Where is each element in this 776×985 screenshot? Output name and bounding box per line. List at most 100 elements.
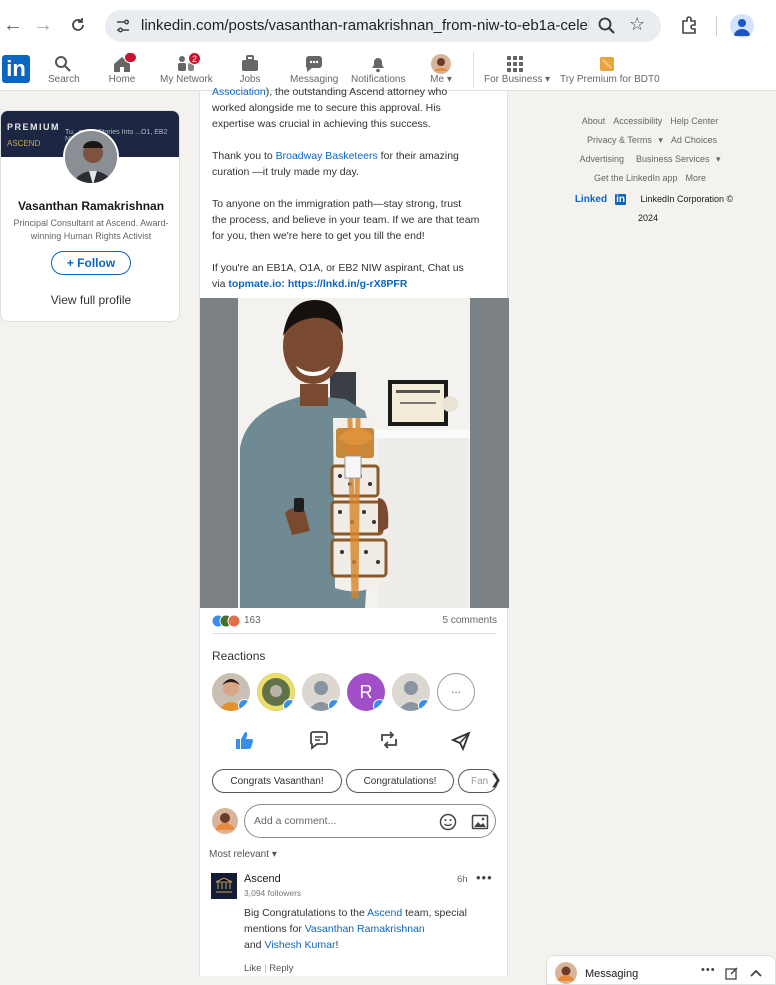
comment-like-button[interactable]: Like <box>244 963 261 974</box>
forward-icon[interactable]: → <box>30 12 56 38</box>
like-button[interactable] <box>233 729 255 751</box>
nav-my-network[interactable]: 2 My Network <box>160 52 213 85</box>
linkedin-logo[interactable]: in <box>2 55 30 83</box>
wordmark-in: in <box>615 194 626 205</box>
divider <box>212 633 497 634</box>
like-badge-icon <box>328 699 340 711</box>
nav-try-premium[interactable]: Try Premium for BDT0 <box>560 54 660 85</box>
post-image[interactable] <box>200 298 509 608</box>
reaction-icons[interactable] <box>212 614 244 628</box>
comment-reply-button[interactable]: Reply <box>269 963 293 974</box>
address-bar[interactable]: linkedin.com/posts/vasanthan-ramakrishna… <box>105 10 661 42</box>
caret-down-icon: ▾ <box>271 849 277 860</box>
comment-text: ! <box>335 939 339 951</box>
reactor-avatar[interactable] <box>302 673 340 711</box>
like-badge-icon <box>418 699 430 711</box>
reactor-avatar[interactable] <box>392 673 430 711</box>
post-stats: 163 5 comments <box>212 613 497 633</box>
comment-text-line: and Vishesh Kumar! <box>244 937 494 953</box>
send-button[interactable] <box>450 729 472 751</box>
comment-count[interactable]: 5 comments <box>443 615 497 626</box>
comment-time: 6h <box>457 874 468 885</box>
nav-messaging[interactable]: Messaging <box>290 54 338 85</box>
nav-search[interactable]: Search <box>48 54 80 85</box>
view-full-profile-link[interactable]: View full profile <box>1 293 179 307</box>
footer-copyright: Linked in LinkedIn Corporation © 2024 <box>560 190 740 228</box>
reactions-heading: Reactions <box>212 649 266 663</box>
footer-row: Privacy & Terms ▾ Ad Choices <box>560 131 740 150</box>
ascend-mention[interactable]: Ascend <box>367 907 402 919</box>
footer-link[interactable]: About <box>582 116 606 126</box>
chevron-right-icon[interactable]: ❯ <box>490 771 502 788</box>
image-icon[interactable] <box>471 813 489 831</box>
compose-icon[interactable] <box>725 966 739 980</box>
follow-button[interactable]: + Follow <box>51 251 131 275</box>
like-badge-icon <box>283 699 295 711</box>
comment-input[interactable]: Add a comment... <box>244 804 496 838</box>
reactor-avatar[interactable] <box>212 673 250 711</box>
footer-link[interactable]: Privacy & Terms ▾ <box>583 135 663 145</box>
profile-icon[interactable] <box>730 14 754 38</box>
comment-button[interactable] <box>308 729 330 751</box>
post-text-line: worked alongside me to secure this appro… <box>212 102 441 114</box>
grid-icon <box>507 56 523 72</box>
nav-notifications[interactable]: Notifications <box>351 54 405 85</box>
site-info-icon[interactable] <box>113 16 133 36</box>
url-text: linkedin.com/posts/vasanthan-ramakrishna… <box>141 17 589 34</box>
reaction-count[interactable]: 163 <box>244 615 261 626</box>
repost-button[interactable] <box>378 729 400 751</box>
more-reactions-button[interactable]: ... <box>437 673 475 711</box>
vasanthan-mention[interactable]: Vasanthan Ramakrishnan <box>305 923 425 935</box>
vishesh-mention[interactable]: Vishesh Kumar <box>264 939 335 951</box>
footer-link[interactable]: Business Services ▾ <box>632 154 721 164</box>
sort-dropdown[interactable]: Most relevant ▾ <box>209 849 277 860</box>
nav-label: Home <box>108 74 136 85</box>
reactor-avatar[interactable]: R <box>347 673 385 711</box>
like-badge-icon <box>373 699 385 711</box>
footer-row: Get the LinkedIn app More <box>560 169 740 188</box>
messaging-options-icon[interactable]: ••• <box>701 964 716 976</box>
comment-actions: Like | Reply <box>244 963 293 974</box>
association-link[interactable]: Association <box>212 86 266 98</box>
reactor-avatar[interactable] <box>257 673 295 711</box>
zoom-icon[interactable] <box>597 16 617 36</box>
footer-link[interactable]: Accessibility <box>613 116 662 126</box>
topmate-link[interactable]: topmate.io: https://lnkd.in/g-rX8PFR <box>228 278 407 290</box>
profile-avatar[interactable] <box>63 129 119 185</box>
footer-link[interactable]: Ad Choices <box>671 135 717 145</box>
post-text: Thank you to <box>212 150 276 162</box>
bell-icon <box>372 58 384 73</box>
comment-placeholder: Add a comment... <box>254 815 337 827</box>
emoji-icon[interactable] <box>439 813 457 831</box>
bookmark-star-icon[interactable]: ☆ <box>629 14 645 35</box>
post-text-line: To anyone on the immigration path—stay s… <box>212 198 462 210</box>
messaging-bar[interactable]: Messaging ••• <box>546 955 776 985</box>
post-text-line: for you, then we're here to get you till… <box>212 230 425 242</box>
comment-author[interactable]: Ascend <box>244 873 281 885</box>
comment-options-icon[interactable]: ••• <box>476 870 493 885</box>
nav-for-business[interactable]: For Business ▾ <box>484 54 550 85</box>
comment-author-logo[interactable] <box>211 873 237 899</box>
reload-icon[interactable] <box>65 12 91 38</box>
banner-logo: ASCEND <box>7 139 41 148</box>
nav-home[interactable]: Home <box>108 52 137 85</box>
post-text-line: Thank you to Broadway Basketeers for the… <box>212 148 502 164</box>
profile-name[interactable]: Vasanthan Ramakrishnan <box>1 199 179 213</box>
footer-link[interactable]: Advertising <box>579 154 624 164</box>
reactor-initial: R <box>359 682 373 702</box>
caret-down-icon: ▾ <box>545 74 551 85</box>
comment-text-line: Big Congratulations to the Ascend team, … <box>244 905 494 921</box>
nav-jobs[interactable]: Jobs <box>238 54 262 85</box>
extensions-icon[interactable] <box>679 15 699 35</box>
suggestion-chip[interactable]: Congrats Vasanthan! <box>212 769 342 793</box>
footer-link[interactable]: More <box>686 173 707 183</box>
footer-link[interactable]: Get the LinkedIn app <box>594 173 678 183</box>
footer-link[interactable]: Help Center <box>670 116 718 126</box>
nav-divider <box>473 52 474 88</box>
chevron-up-icon[interactable] <box>749 966 763 980</box>
like-badge-icon <box>238 699 250 711</box>
suggestion-chip[interactable]: Congratulations! <box>346 769 454 793</box>
back-icon[interactable]: ← <box>0 12 26 38</box>
nav-me[interactable]: Me ▾ <box>428 54 454 85</box>
broadway-basketeers-link[interactable]: Broadway Basketeers <box>276 150 378 162</box>
